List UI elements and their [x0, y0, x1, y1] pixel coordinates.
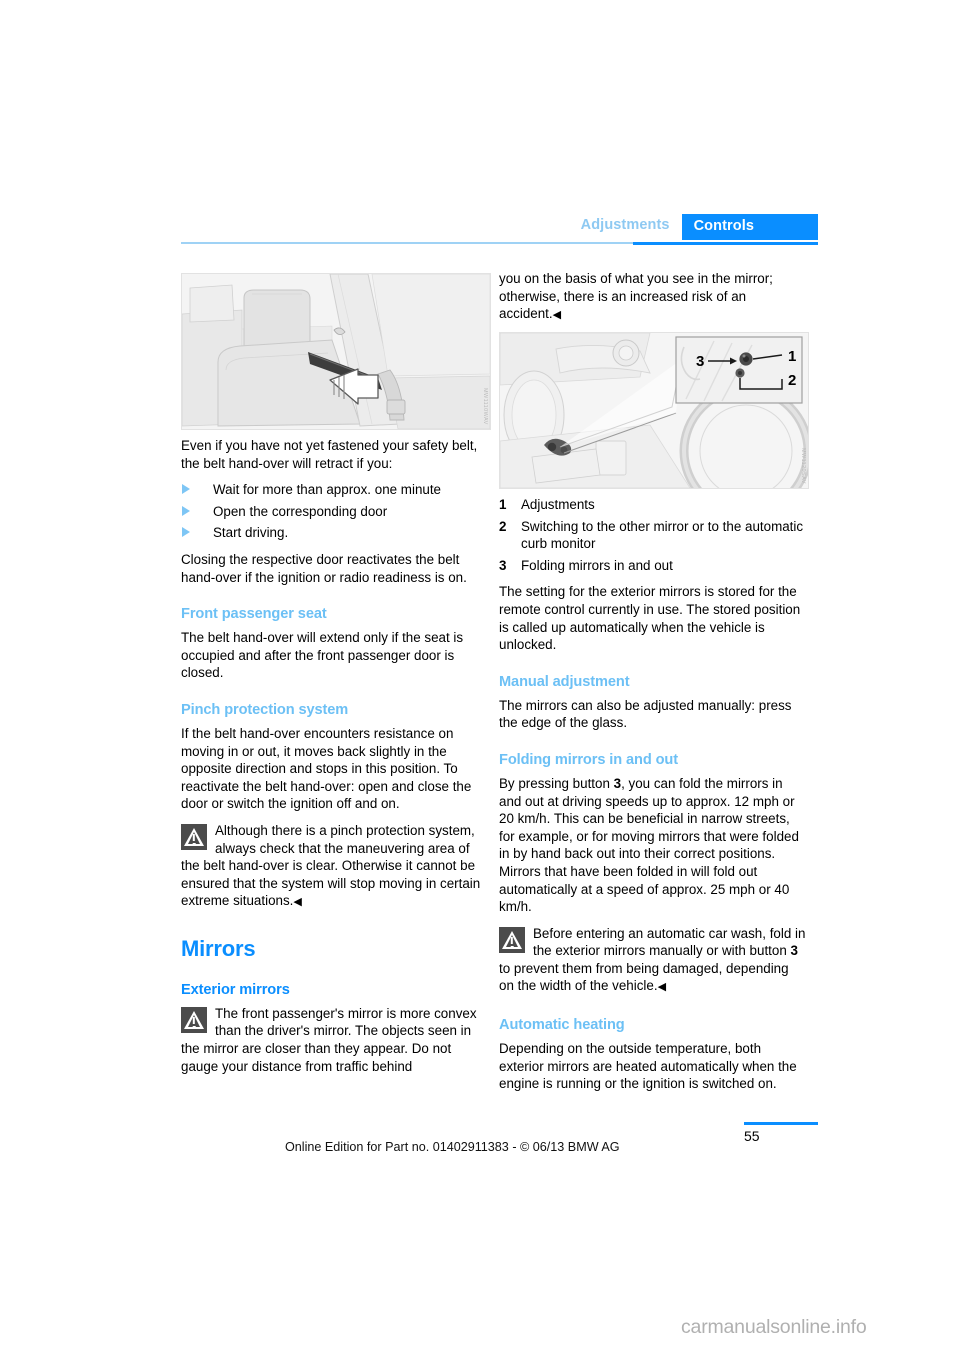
heading-manual-adjustment: Manual adjustment [499, 673, 630, 690]
triangle-bullet-icon [182, 484, 190, 495]
heading-automatic-heating: Automatic heating [499, 1017, 625, 1034]
figure-mirror-controls: 1 2 3 MW1120SAV [499, 332, 809, 489]
page-header: Adjustments Controls [181, 214, 818, 250]
stored-setting-paragraph: The setting for the exterior mirrors is … [499, 584, 801, 653]
warning-post: to prevent them from being damaged, depe… [499, 960, 789, 994]
legend-label: Adjustments [521, 497, 595, 512]
heading-pinch-protection-system: Pinch protection system [181, 701, 349, 718]
warning-note-body: Although there is a pinch protection sys… [181, 822, 481, 909]
dashboard-illustration: 1 2 3 [500, 333, 808, 488]
legend-number: 3 [499, 557, 507, 573]
warning-note-text: Before entering an automatic car wash, f… [499, 925, 807, 997]
figure-code: MW1110WAV [482, 388, 488, 425]
figure-seat-belt-handover: MW1110WAV [181, 273, 491, 430]
left-column: Even if you have not yet fastened your s… [181, 437, 489, 1084]
legend-item: 2 Switching to the other mirror or to th… [499, 518, 807, 553]
header-tabs: Adjustments Controls [581, 214, 818, 240]
tab-adjustments[interactable]: Adjustments [581, 214, 682, 240]
heading-exterior-mirrors: Exterior mirrors [181, 981, 290, 998]
site-watermark: carmanualsonline.info [681, 1316, 867, 1338]
inline-button-number: 3 [790, 943, 798, 959]
warning-continuation-paragraph: you on the basis of what you see in the … [499, 270, 807, 325]
figure-code: MW1120SAV [800, 448, 806, 484]
legend-label: Switching to the other mirror or to the … [521, 518, 804, 552]
tab-controls[interactable]: Controls [681, 214, 818, 240]
list-item-label: Wait for more than approx. one minute [213, 482, 442, 498]
warning-note-text: Although there is a pinch protection sys… [181, 822, 489, 912]
warning-note-pinch-protection: Although there is a pinch protection sys… [181, 822, 489, 912]
legend-item: 1 Adjustments [499, 496, 807, 514]
warning-triangle-icon [181, 823, 207, 850]
front-passenger-seat-paragraph: The belt hand-over will extend only if t… [181, 630, 464, 681]
inline-button-number: 3 [613, 775, 622, 791]
after-bullets-paragraph: Closing the respective door reactivates … [181, 551, 467, 585]
list-item: Wait for more than approx. one minute [181, 481, 489, 499]
warning-pre: Before entering an automatic car wash, f… [533, 925, 806, 959]
legend-number: 2 [499, 518, 507, 534]
chapter-heading-mirrors: Mirrors [181, 935, 256, 961]
right-column-main: 1 Adjustments 2 Switching to the other m… [499, 496, 807, 1093]
warning-note-text: The front passenger's mirror is more con… [181, 1005, 477, 1074]
warning-note-car-wash: Before entering an automatic car wash, f… [499, 925, 807, 997]
list-item: Open the corresponding door [181, 503, 489, 521]
legend-number: 1 [499, 497, 507, 512]
end-mark-icon: ◀ [657, 981, 667, 994]
legend-item: 3 Folding mirrors in and out [499, 557, 807, 575]
header-divider-accent [633, 242, 818, 245]
list-item: Start driving. [181, 524, 489, 542]
intro-paragraph: Even if you have not yet fastened your s… [181, 438, 478, 471]
triangle-bullet-icon [182, 505, 190, 516]
folding-text-post: , you can fold the mirrors in and out at… [499, 775, 799, 915]
heading-front-passenger-seat: Front passenger seat [181, 606, 327, 623]
warning-triangle-icon [181, 1006, 207, 1033]
retract-conditions-list: Wait for more than approx. one minute Op… [181, 481, 489, 542]
mirror-control-legend: 1 Adjustments 2 Switching to the other m… [499, 496, 807, 574]
end-mark-icon: ◀ [552, 309, 562, 322]
callout-label-2: 2 [788, 372, 796, 389]
page-number-rule [744, 1122, 818, 1125]
warning-triangle-icon [499, 926, 525, 953]
list-item-label: Start driving. [213, 525, 289, 541]
folding-mirrors-paragraph: By pressing button 3, you can fold the m… [499, 775, 807, 916]
callout-label-1: 1 [788, 348, 796, 365]
page-number: 55 [744, 1128, 760, 1144]
legend-label: Folding mirrors in and out [521, 557, 673, 573]
manual-adjustment-paragraph: The mirrors can also be adjusted manuall… [499, 697, 792, 731]
automatic-heating-paragraph: Depending on the outside temperature, bo… [499, 1041, 797, 1092]
footer-edition-note: Online Edition for Part no. 01402911383 … [285, 1140, 620, 1154]
callout-label-3: 3 [696, 353, 704, 370]
document-page: Adjustments Controls MW1110WAV Even if y… [0, 0, 960, 1358]
list-item-label: Open the corresponding door [213, 503, 388, 519]
warning-note-exterior-mirrors: The front passenger's mirror is more con… [181, 1005, 489, 1075]
seat-illustration [182, 274, 490, 429]
folding-text-pre: By pressing button [499, 775, 614, 791]
end-mark-icon: ◀ [293, 896, 302, 909]
warning-continuation-text: you on the basis of what you see in the … [499, 271, 773, 322]
pinch-protection-paragraph: If the belt hand-over encounters resista… [181, 725, 472, 812]
right-column-top: you on the basis of what you see in the … [499, 270, 807, 334]
heading-folding-mirrors: Folding mirrors in and out [499, 751, 679, 768]
triangle-bullet-icon [182, 527, 190, 538]
